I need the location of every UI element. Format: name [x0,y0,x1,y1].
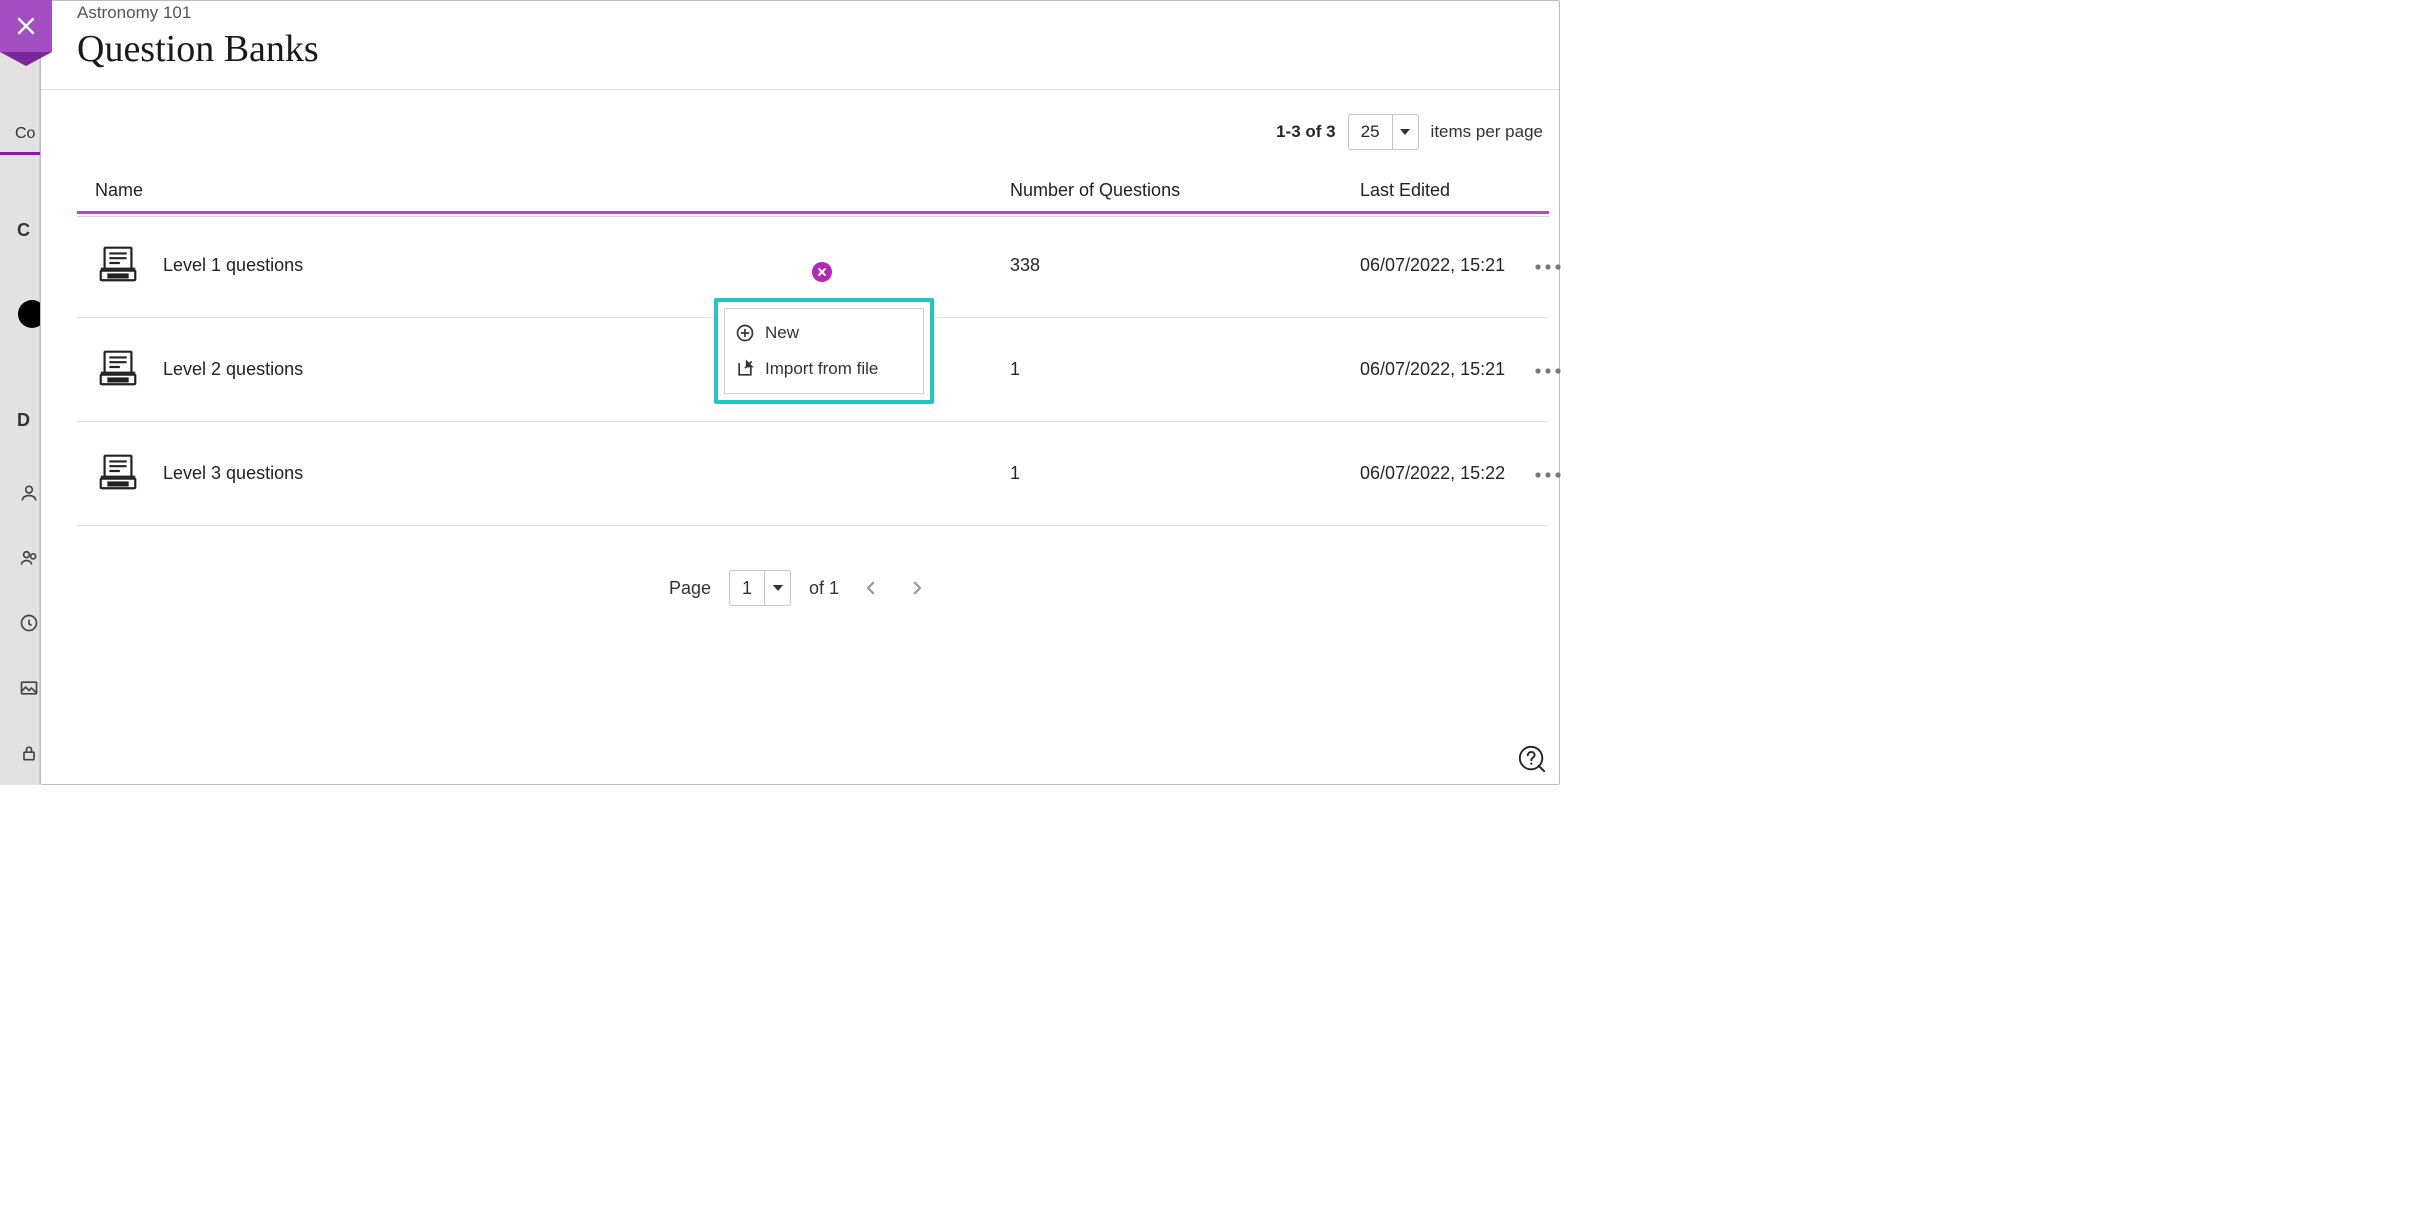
import-file-icon [735,359,755,379]
last-edited: 06/07/2022, 15:22 [1360,461,1510,485]
bg-tab-underline [0,152,40,155]
chevron-down-icon [764,571,790,605]
menu-import[interactable]: Import from file [729,351,919,387]
page-title: Question Banks [77,27,1559,71]
row-actions-button[interactable] [1534,255,1562,275]
question-bank-icon [95,448,141,499]
image-icon [19,678,39,703]
people-icon [19,548,39,573]
row-actions-button[interactable] [1534,463,1562,483]
more-icon [1534,263,1562,271]
question-bank-icon [95,344,141,395]
table-header: Name Number of Questions Last Edited [77,174,1549,214]
question-bank-icon [95,240,141,291]
add-menu-popover: New Import from file [714,298,934,404]
help-button[interactable] [1517,744,1547,774]
items-per-page-label: items per page [1431,122,1549,142]
menu-import-label: Import from file [765,359,878,379]
page-label: Page [669,578,711,599]
bg-letter-d: D [17,410,30,431]
bank-name-link[interactable]: Level 1 questions [163,255,303,276]
bg-tab: Co [15,125,35,143]
table-row: Level 3 questions 1 06/07/2022, 15:22 [77,422,1549,526]
person-icon [19,483,39,508]
plus-circle-icon [735,323,755,343]
header: Astronomy 101 Question Banks [41,3,1559,90]
more-icon [1534,471,1562,479]
more-icon [1534,367,1562,375]
col-edited[interactable]: Last Edited [1360,180,1510,201]
prev-page-button[interactable] [857,574,885,602]
page-value: 1 [730,571,764,605]
last-edited: 06/07/2022, 15:21 [1360,357,1510,381]
bg-letter-c: C [17,220,30,241]
chevron-left-icon [862,579,880,597]
items-per-page-value: 25 [1349,115,1392,149]
menu-new[interactable]: New [729,315,919,351]
next-page-button[interactable] [903,574,931,602]
of-pages-label: of 1 [809,578,839,599]
close-icon [817,267,827,277]
menu-new-label: New [765,323,799,343]
page-select[interactable]: 1 [729,570,791,606]
pagination: Page 1 of 1 [41,570,1559,606]
bank-name-link[interactable]: Level 3 questions [163,463,303,484]
close-button[interactable] [0,0,52,52]
chevron-right-icon [908,579,926,597]
clock-icon [19,613,39,638]
question-count: 1 [1010,463,1360,484]
close-icon [14,14,38,38]
question-count: 338 [1010,255,1360,276]
bank-name-link[interactable]: Level 2 questions [163,359,303,380]
background-sidebar: Co C D [0,0,40,785]
col-number[interactable]: Number of Questions [1010,180,1360,201]
result-range: 1-3 of 3 [1276,122,1336,142]
row-actions-button[interactable] [1534,359,1562,379]
help-icon [1517,744,1547,774]
items-per-page-select[interactable]: 25 [1348,114,1419,150]
chevron-down-icon [1392,115,1418,149]
toolbar: 1-3 of 3 25 items per page [41,90,1559,160]
callout-close-button[interactable] [812,262,832,282]
last-edited: 06/07/2022, 15:21 [1360,253,1510,277]
breadcrumb: Astronomy 101 [77,3,1559,23]
question-count: 1 [1010,359,1360,380]
col-name[interactable]: Name [95,180,1010,201]
lock-icon [19,743,39,768]
